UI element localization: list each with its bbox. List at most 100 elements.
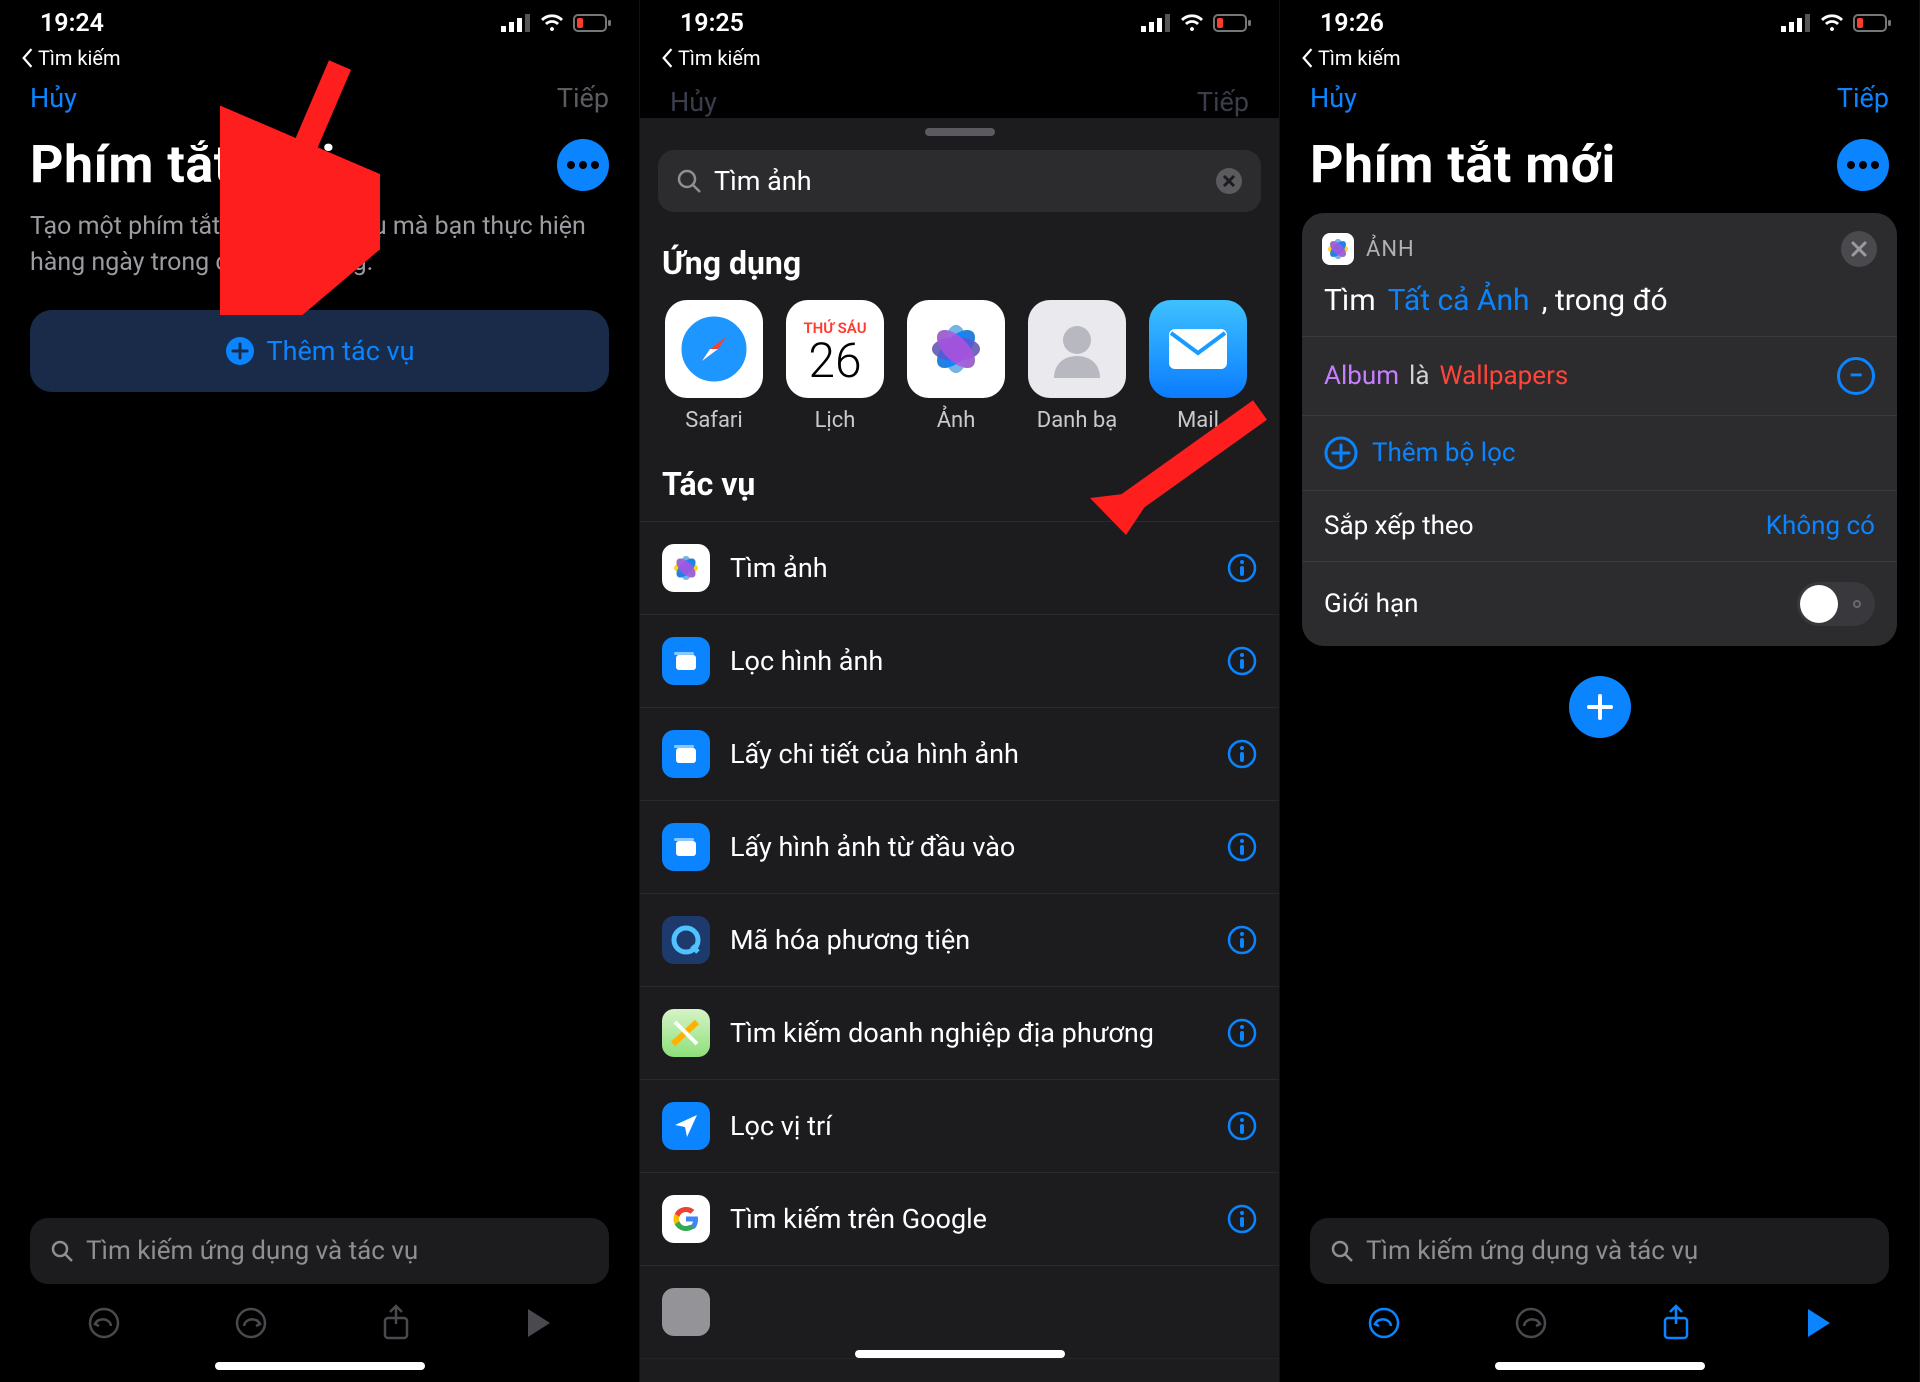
action-row[interactable]: Tìm ảnh	[640, 521, 1279, 615]
breadcrumb-back[interactable]: Tìm kiếm	[0, 46, 639, 78]
home-indicator[interactable]	[215, 1362, 425, 1370]
limit-toggle[interactable]	[1797, 582, 1875, 626]
image-stack-icon	[662, 730, 710, 778]
redo-button[interactable]	[234, 1306, 268, 1340]
wifi-icon	[1819, 13, 1845, 33]
wifi-icon	[1179, 13, 1205, 33]
screen-new-shortcut: 19:24 Tìm kiếm Hủy Tiếp Phím tắt mới Tạo…	[0, 0, 640, 1382]
breadcrumb-back[interactable]: Tìm kiếm	[640, 46, 1279, 78]
sort-row[interactable]: Sắp xếp theo Không có	[1302, 491, 1897, 561]
action-row[interactable]: Tìm kiếm trên Google	[640, 1173, 1279, 1266]
cancel-button[interactable]: Hủy	[1310, 82, 1357, 114]
clear-search-button[interactable]	[1215, 167, 1243, 195]
more-button[interactable]	[1837, 139, 1889, 191]
app-contacts[interactable]: Danh bạ	[1025, 300, 1129, 433]
undo-button[interactable]	[1367, 1306, 1401, 1340]
info-button[interactable]	[1227, 1111, 1257, 1141]
google-icon	[662, 1195, 710, 1243]
title-row: Phím tắt mới	[0, 124, 639, 209]
info-button[interactable]	[1227, 646, 1257, 676]
navbar-dimmed: Hủy Tiếp	[640, 78, 1279, 118]
battery-low-icon	[1213, 13, 1253, 33]
share-button[interactable]	[1661, 1304, 1691, 1342]
app-safari[interactable]: Safari	[662, 300, 766, 433]
chevron-left-icon	[1300, 48, 1314, 68]
cellular-icon	[1781, 14, 1811, 32]
app-calendar[interactable]: THỨ SÁU 26 Lịch	[783, 300, 887, 433]
location-icon	[662, 1102, 710, 1150]
filter-value[interactable]: Wallpapers	[1440, 361, 1569, 391]
action-row[interactable]: Tìm kiếm doanh nghiệp địa phương	[640, 987, 1279, 1080]
info-button[interactable]	[1227, 553, 1257, 583]
info-button[interactable]	[1227, 1018, 1257, 1048]
status-bar: 19:25	[640, 0, 1279, 46]
plus-icon	[1585, 692, 1615, 722]
image-stack-icon	[662, 823, 710, 871]
breadcrumb-back[interactable]: Tìm kiếm	[1280, 46, 1919, 78]
sort-value[interactable]: Không có	[1766, 511, 1875, 541]
action-row[interactable]	[640, 1266, 1279, 1359]
action-row[interactable]: Lọc hình ảnh	[640, 615, 1279, 708]
info-button[interactable]	[1227, 739, 1257, 769]
status-time: 19:25	[680, 9, 744, 38]
section-apps-header: Ứng dụng	[640, 230, 1279, 300]
page-description: Tạo một phím tắt cho các tác vụ mà bạn t…	[0, 209, 639, 310]
add-action-fab[interactable]	[1569, 676, 1631, 738]
share-button[interactable]	[381, 1304, 411, 1342]
toolbar	[1280, 1284, 1919, 1362]
redo-button[interactable]	[1514, 1306, 1548, 1340]
card-close-button[interactable]	[1841, 231, 1877, 267]
remove-filter-button[interactable]: −	[1837, 357, 1875, 395]
wifi-icon	[539, 13, 565, 33]
safari-icon	[665, 300, 763, 398]
run-button[interactable]	[524, 1307, 552, 1339]
photos-icon	[1322, 233, 1354, 265]
next-button[interactable]: Tiếp	[1837, 82, 1889, 114]
title-row: Phím tắt mới	[1280, 124, 1919, 209]
add-action-button[interactable]: Thêm tác vụ	[30, 310, 609, 392]
variable-all-photos[interactable]: Tất cả Ảnh	[1388, 283, 1530, 318]
action-row[interactable]: Mã hóa phương tiện	[640, 894, 1279, 987]
filter-op[interactable]: là	[1409, 361, 1429, 391]
action-row[interactable]: Lấy chi tiết của hình ảnh	[640, 708, 1279, 801]
search-input[interactable]: Tìm ảnh	[658, 150, 1261, 212]
limit-row: Giới hạn	[1302, 562, 1897, 646]
search-input[interactable]: Tìm kiếm ứng dụng và tác vụ	[1310, 1218, 1889, 1284]
action-card-find-photos: ẢNH Tìm Tất cả Ảnh , trong đó Album là W…	[1302, 213, 1897, 646]
search-icon	[1330, 1239, 1354, 1263]
action-row[interactable]: Lọc vị trí	[640, 1080, 1279, 1173]
add-filter-button[interactable]: Thêm bộ lọc	[1302, 416, 1897, 490]
sheet-grabber[interactable]	[925, 128, 995, 136]
status-indicators	[1141, 13, 1253, 33]
cancel-button[interactable]: Hủy	[30, 82, 77, 114]
info-button[interactable]	[1227, 1204, 1257, 1234]
chevron-left-icon	[660, 48, 674, 68]
search-icon	[50, 1239, 74, 1263]
info-button[interactable]	[1227, 925, 1257, 955]
app-mail[interactable]: Mail	[1146, 300, 1250, 433]
chevron-left-icon	[20, 48, 34, 68]
status-bar: 19:24	[0, 0, 639, 46]
next-button[interactable]: Tiếp	[557, 82, 609, 114]
home-indicator[interactable]	[1495, 1362, 1705, 1370]
filter-key[interactable]: Album	[1324, 361, 1399, 391]
more-button[interactable]	[557, 139, 609, 191]
search-input[interactable]: Tìm kiếm ứng dụng và tác vụ	[30, 1218, 609, 1284]
home-indicator[interactable]	[855, 1350, 1065, 1358]
screen-action-search: 19:25 Tìm kiếm Hủy Tiếp Tìm ảnh Ứng dụng	[640, 0, 1280, 1382]
toolbar	[0, 1284, 639, 1362]
battery-low-icon	[1853, 13, 1893, 33]
status-time: 19:26	[1320, 9, 1384, 38]
photos-icon	[662, 544, 710, 592]
filter-row[interactable]: Album là Wallpapers −	[1302, 337, 1897, 415]
app-photos[interactable]: Ảnh	[904, 300, 1008, 433]
info-button[interactable]	[1227, 832, 1257, 862]
undo-button[interactable]	[87, 1306, 121, 1340]
battery-low-icon	[573, 13, 613, 33]
maps-icon	[662, 1009, 710, 1057]
run-button[interactable]	[1804, 1307, 1832, 1339]
page-title: Phím tắt mới	[1310, 134, 1616, 195]
contacts-icon	[1028, 300, 1126, 398]
card-header: ẢNH	[1302, 213, 1897, 275]
action-row[interactable]: Lấy hình ảnh từ đầu vào	[640, 801, 1279, 894]
